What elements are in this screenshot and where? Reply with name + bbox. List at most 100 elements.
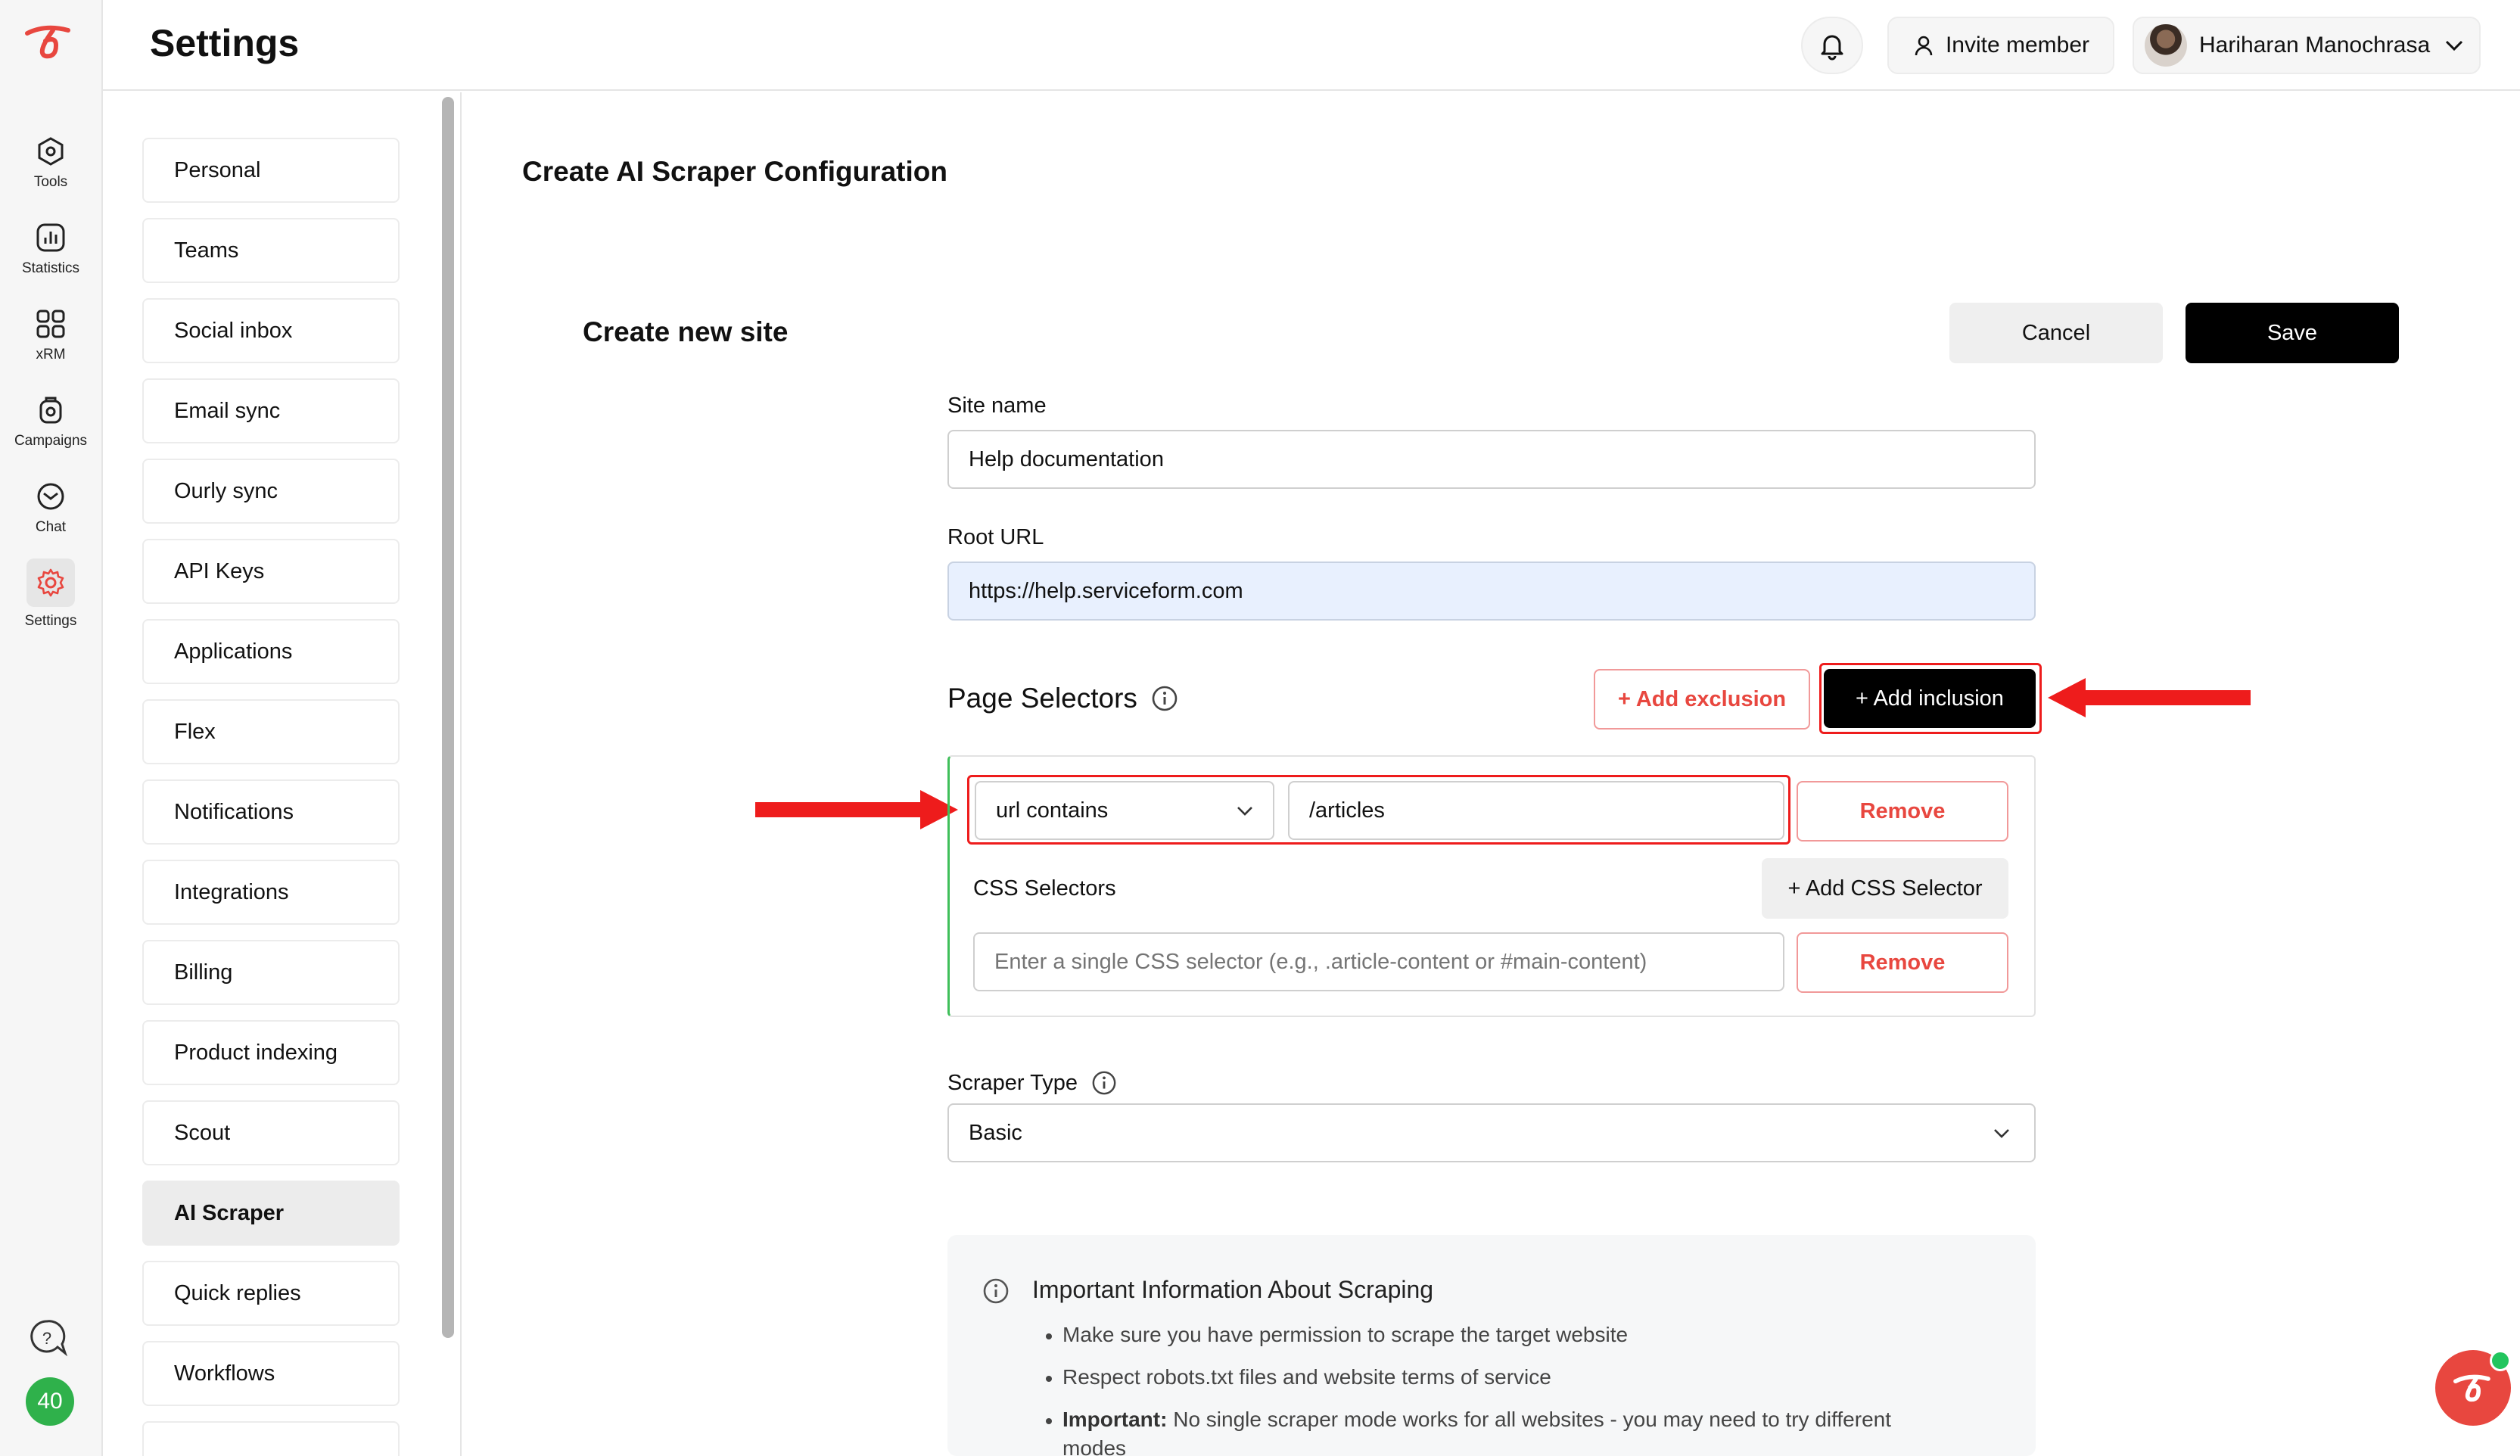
scraper-type-label-text: Scraper Type (947, 1070, 1078, 1095)
annotation-arrow-right-pointing (755, 790, 958, 829)
rail-item-label: Settings (24, 613, 77, 629)
nav-label: API Keys (174, 558, 265, 583)
info-title: Important Information About Scraping (1032, 1276, 1434, 1303)
settings-nav-item-integrations[interactable]: Integrations (142, 860, 400, 925)
scraper-type-select[interactable]: Basic (947, 1103, 2036, 1162)
configuration-title: Create AI Scraper Configuration (522, 156, 947, 187)
add-inclusion-label: + Add inclusion (1856, 686, 2004, 711)
scraper-type-value: Basic (969, 1120, 1022, 1145)
chevron-down-icon (2445, 40, 2463, 51)
nav-label: Product indexing (174, 1040, 338, 1065)
rail-item-label: Tools (33, 174, 68, 190)
settings-nav-item-ourly-sync[interactable]: Ourly sync (142, 459, 400, 524)
bell-icon (1821, 35, 1843, 61)
statistics-icon (34, 221, 67, 254)
avatar (2145, 24, 2187, 67)
add-css-label: + Add CSS Selector (1787, 876, 1983, 901)
add-exclusion-label: + Add exclusion (1617, 686, 1787, 711)
root-url-input[interactable]: https://help.serviceform.com (947, 562, 2036, 621)
site-name-input[interactable]: Help documentation (947, 430, 2036, 489)
settings-nav-item-api-keys[interactable]: API Keys (142, 539, 400, 604)
important-prefix: Important: (1062, 1408, 1168, 1431)
notification-count-badge[interactable]: 40 (26, 1377, 74, 1426)
rail-item-statistics[interactable]: Statistics (0, 207, 101, 291)
settings-nav-item-quick-replies[interactable]: Quick replies (142, 1261, 400, 1326)
brand-logo[interactable] (23, 23, 76, 61)
info-icon (983, 1278, 1009, 1304)
add-inclusion-button[interactable]: + Add inclusion (1824, 669, 2036, 728)
rule-type-select[interactable]: url contains (975, 781, 1274, 840)
chevron-down-icon (1994, 1129, 2009, 1138)
rule-value-input[interactable]: /articles (1288, 781, 1784, 840)
remove-rule-button[interactable]: Remove (1797, 781, 2008, 842)
site-name-value: Help documentation (969, 446, 1164, 471)
svg-text:?: ? (42, 1329, 51, 1348)
settings-nav-item-product-indexing[interactable]: Product indexing (142, 1020, 400, 1085)
chevron-down-icon (1237, 807, 1252, 816)
save-button[interactable]: Save (2186, 303, 2399, 363)
settings-nav-item-ai-scraper[interactable]: AI Scraper (142, 1181, 400, 1246)
remove-css-selector-button[interactable]: Remove (1797, 932, 2008, 993)
form-subtitle: Create new site (583, 316, 789, 347)
cancel-label: Cancel (2021, 320, 2091, 345)
rail-item-chat[interactable]: Chat (0, 466, 101, 549)
nav-label: Flex (174, 719, 216, 744)
info-icon[interactable] (1091, 1070, 1117, 1096)
settings-nav-item-more[interactable] (142, 1421, 400, 1456)
settings-nav-item-email-sync[interactable]: Email sync (142, 378, 400, 443)
settings-nav-item-scout[interactable]: Scout (142, 1100, 400, 1165)
left-rail: Tools Statistics xRM Campaigns Chat Sett… (0, 0, 103, 1456)
rail-item-label: Chat (35, 519, 67, 535)
user-menu-button[interactable]: Hariharan Manochrasa (2133, 17, 2481, 74)
nav-label: Quick replies (174, 1280, 301, 1305)
online-status-dot (2490, 1350, 2511, 1371)
rail-item-label: Campaigns (14, 433, 88, 449)
settings-nav-item-notifications[interactable]: Notifications (142, 779, 400, 845)
rule-type-value: url contains (996, 798, 1109, 823)
info-icon[interactable] (1151, 685, 1178, 712)
settings-nav-scrollbar[interactable] (442, 97, 454, 1338)
settings-nav-item-personal[interactable]: Personal (142, 138, 400, 203)
settings-nav-item-workflows[interactable]: Workflows (142, 1341, 400, 1406)
nav-label: Billing (174, 960, 233, 985)
nav-label: Workflows (174, 1361, 275, 1386)
nav-label: Social inbox (174, 318, 293, 343)
add-css-selector-button[interactable]: + Add CSS Selector (1762, 858, 2008, 919)
badge-count: 40 (37, 1389, 63, 1414)
nav-label: Notifications (174, 799, 294, 824)
remove-label: Remove (1859, 798, 1946, 823)
rail-item-tools[interactable]: Tools (0, 121, 101, 204)
nav-label: Ourly sync (174, 478, 278, 503)
settings-nav-item-flex[interactable]: Flex (142, 699, 400, 764)
rail-item-settings[interactable]: Settings (0, 552, 101, 636)
nav-label: Applications (174, 639, 293, 664)
top-header: Settings Invite member Hariharan Manochr… (103, 0, 2520, 91)
settings-nav-item-social-inbox[interactable]: Social inbox (142, 298, 400, 363)
hexagon-tools-icon (34, 135, 67, 168)
root-url-value: https://help.serviceform.com (969, 578, 1243, 603)
css-remove-label: Remove (1859, 950, 1946, 975)
nav-label: Integrations (174, 879, 289, 904)
gear-icon (26, 558, 75, 607)
settings-nav-item-billing[interactable]: Billing (142, 940, 400, 1005)
user-icon (1915, 36, 1933, 56)
settings-nav-item-teams[interactable]: Teams (142, 218, 400, 283)
rail-item-xrm[interactable]: xRM (0, 294, 101, 377)
invite-member-button[interactable]: Invite member (1887, 17, 2114, 74)
root-url-label: Root URL (947, 525, 1044, 549)
cancel-button[interactable]: Cancel (1949, 303, 2163, 363)
settings-nav-item-applications[interactable]: Applications (142, 619, 400, 684)
site-name-label: Site name (947, 394, 1047, 418)
add-exclusion-button[interactable]: + Add exclusion (1594, 669, 1810, 730)
rail-item-campaigns[interactable]: Campaigns (0, 380, 101, 463)
rail-item-label: Statistics (21, 260, 80, 276)
nav-label: Teams (174, 238, 239, 263)
help-icon[interactable]: ? (27, 1317, 73, 1362)
scraper-type-label: Scraper Type (947, 1070, 1117, 1096)
nav-label: Personal (174, 157, 261, 182)
user-name: Hariharan Manochrasa (2199, 33, 2431, 58)
nav-label: Email sync (174, 398, 281, 423)
notifications-button[interactable] (1801, 17, 1863, 74)
save-label: Save (2266, 320, 2318, 345)
css-selector-input[interactable] (973, 932, 1784, 991)
